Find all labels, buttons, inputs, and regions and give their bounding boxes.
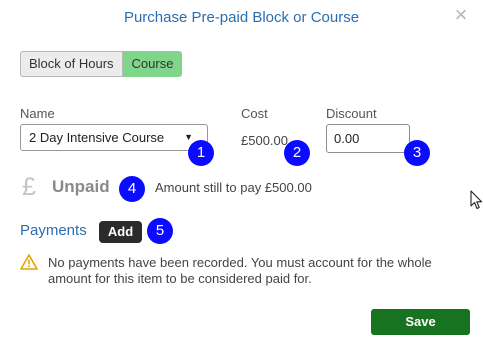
add-payment-button[interactable]: Add — [99, 221, 142, 243]
course-name-select[interactable]: 2 Day Intensive Course ▼ — [20, 124, 208, 151]
discount-label: Discount — [326, 106, 377, 121]
annotation-badge-1: 1 — [188, 140, 214, 166]
dialog-title: Purchase Pre-paid Block or Course — [123, 9, 360, 26]
name-label: Name — [20, 106, 55, 121]
no-payments-warning: No payments have been recorded. You must… — [48, 255, 432, 286]
cost-value: £500.00 — [241, 133, 288, 148]
course-name-value: 2 Day Intensive Course — [29, 130, 165, 145]
annotation-badge-3: 3 — [404, 140, 430, 166]
course-button[interactable]: Course — [122, 51, 183, 77]
payment-status: Unpaid — [52, 177, 110, 196]
payments-heading: Payments — [20, 222, 87, 239]
amount-remaining-text: Amount still to pay £500.00 — [155, 180, 312, 195]
save-button[interactable]: Save — [371, 309, 470, 335]
warning-icon — [20, 254, 38, 275]
annotation-badge-2: 2 — [284, 140, 310, 166]
annotation-badge-4: 4 — [119, 176, 145, 202]
purchase-type-toggle: Block of Hours Course — [20, 51, 183, 77]
close-icon[interactable]: × — [452, 4, 470, 26]
cost-label: Cost — [241, 106, 268, 121]
annotation-badge-5: 5 — [147, 218, 173, 244]
pound-icon: £ — [22, 173, 36, 201]
discount-input[interactable]: 0.00 — [326, 124, 410, 153]
mouse-cursor-icon — [470, 190, 483, 215]
block-of-hours-button[interactable]: Block of Hours — [20, 51, 123, 77]
